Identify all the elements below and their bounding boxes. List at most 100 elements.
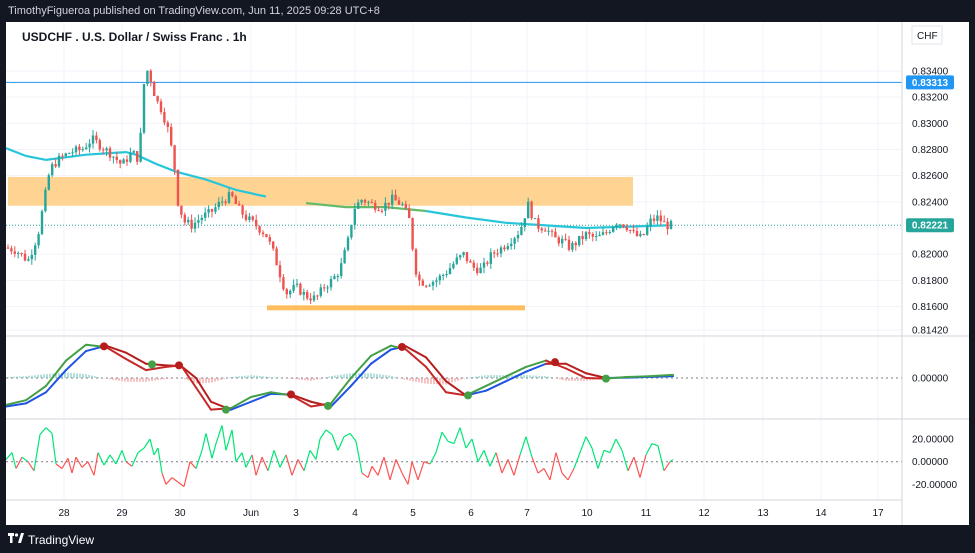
candle-body	[166, 122, 169, 127]
candle-body	[414, 249, 418, 275]
candle-body	[438, 275, 441, 281]
y-tick-label: 0.81800	[912, 276, 949, 287]
candle-body	[459, 255, 462, 258]
candle-body	[312, 295, 316, 301]
candle-body	[282, 277, 285, 290]
candle-body	[486, 262, 489, 264]
cross-up-marker	[602, 374, 610, 383]
candle-body	[516, 234, 520, 239]
chart-title: USDCHF . U.S. Dollar / Swiss Franc . 1h	[22, 30, 247, 44]
candle-body	[649, 218, 652, 227]
candle-body	[37, 234, 40, 246]
candle-body	[292, 284, 295, 291]
candle-body	[20, 252, 23, 254]
candle-body	[479, 267, 482, 274]
candle-body	[200, 217, 203, 221]
candle-body	[561, 238, 564, 244]
candle-body	[6, 247, 10, 249]
candle-body	[119, 160, 122, 164]
candle-body	[146, 70, 149, 85]
candle-body	[190, 219, 193, 229]
candle-body	[513, 238, 516, 244]
x-tick-label: 6	[468, 508, 474, 519]
candle-body	[173, 145, 176, 170]
candle-body	[333, 276, 336, 279]
candle-body	[306, 291, 309, 299]
cross-up-marker	[464, 391, 472, 400]
candle-body	[34, 245, 37, 255]
candle-body	[74, 146, 78, 153]
candle-body	[452, 263, 455, 269]
cross-down-marker	[287, 390, 295, 399]
candle-body	[472, 262, 475, 268]
candle-body	[302, 291, 305, 295]
candle-body	[408, 208, 411, 219]
candle-body	[68, 153, 71, 155]
chart-canvas[interactable]: 28 29 30 Jun 3 4 5 6 7 10 11 12 13 14 170.834000.83200…	[5, 22, 969, 525]
candle-body	[227, 192, 231, 203]
candle-body	[326, 287, 329, 289]
candle-body	[285, 289, 288, 295]
candle-body	[183, 214, 186, 223]
x-tick-label: 29	[116, 508, 128, 519]
candle-body	[44, 189, 47, 212]
candle-body	[129, 152, 132, 162]
candle-body	[309, 298, 312, 301]
resistance-zone[interactable]	[8, 176, 633, 206]
candle-body	[234, 196, 237, 204]
candle-body	[601, 232, 605, 235]
candle-body	[323, 287, 326, 289]
candle-body	[448, 268, 452, 275]
candle-body	[663, 221, 666, 223]
candle-body	[64, 153, 67, 157]
tradingview-brand: TradingView	[28, 533, 95, 547]
candle-body	[646, 226, 649, 235]
candle-body	[425, 285, 428, 287]
candle-body	[149, 70, 152, 82]
candle-body	[180, 205, 183, 215]
candle-body	[170, 126, 173, 146]
candle-body	[13, 251, 16, 254]
candle-body	[47, 175, 50, 190]
candle-body	[397, 200, 401, 205]
candle-body	[578, 235, 581, 246]
candle-body	[265, 234, 268, 238]
candle-body	[316, 295, 319, 297]
alert-price-label: 0.83313	[912, 78, 949, 89]
candle-body	[431, 281, 435, 286]
candle-body	[659, 215, 662, 222]
candle-body	[17, 252, 20, 254]
cross-up-marker	[324, 401, 332, 410]
x-tick-label: 10	[581, 508, 593, 519]
candle-body	[374, 202, 377, 210]
candle-body	[261, 232, 265, 235]
candle-body	[387, 202, 390, 205]
candle-body	[108, 148, 112, 158]
candle-body	[272, 241, 275, 249]
candle-body	[462, 252, 465, 256]
oscillator-tick-label: 20.00000	[912, 435, 954, 446]
candle-body	[57, 155, 61, 167]
candle-body	[91, 135, 95, 144]
candle-body	[544, 230, 547, 232]
candle-body	[574, 242, 577, 246]
support-level[interactable]	[267, 305, 525, 311]
candle-body	[102, 149, 105, 151]
candle-body	[547, 230, 550, 232]
candle-body	[656, 215, 659, 221]
candle-body	[380, 210, 384, 212]
candle-body	[88, 143, 91, 148]
candle-body	[533, 218, 537, 220]
candle-body	[210, 209, 214, 212]
candle-body	[652, 218, 656, 221]
candle-body	[30, 254, 33, 260]
candle-body	[207, 209, 210, 213]
candle-body	[639, 233, 642, 236]
x-tick-label: 4	[352, 508, 358, 519]
candle-body	[241, 205, 244, 215]
candle-body	[384, 202, 387, 211]
candle-body	[581, 235, 584, 240]
x-tick-label: 12	[698, 508, 710, 519]
y-tick-label: 0.81420	[912, 326, 949, 337]
cross-up-marker	[222, 405, 230, 414]
